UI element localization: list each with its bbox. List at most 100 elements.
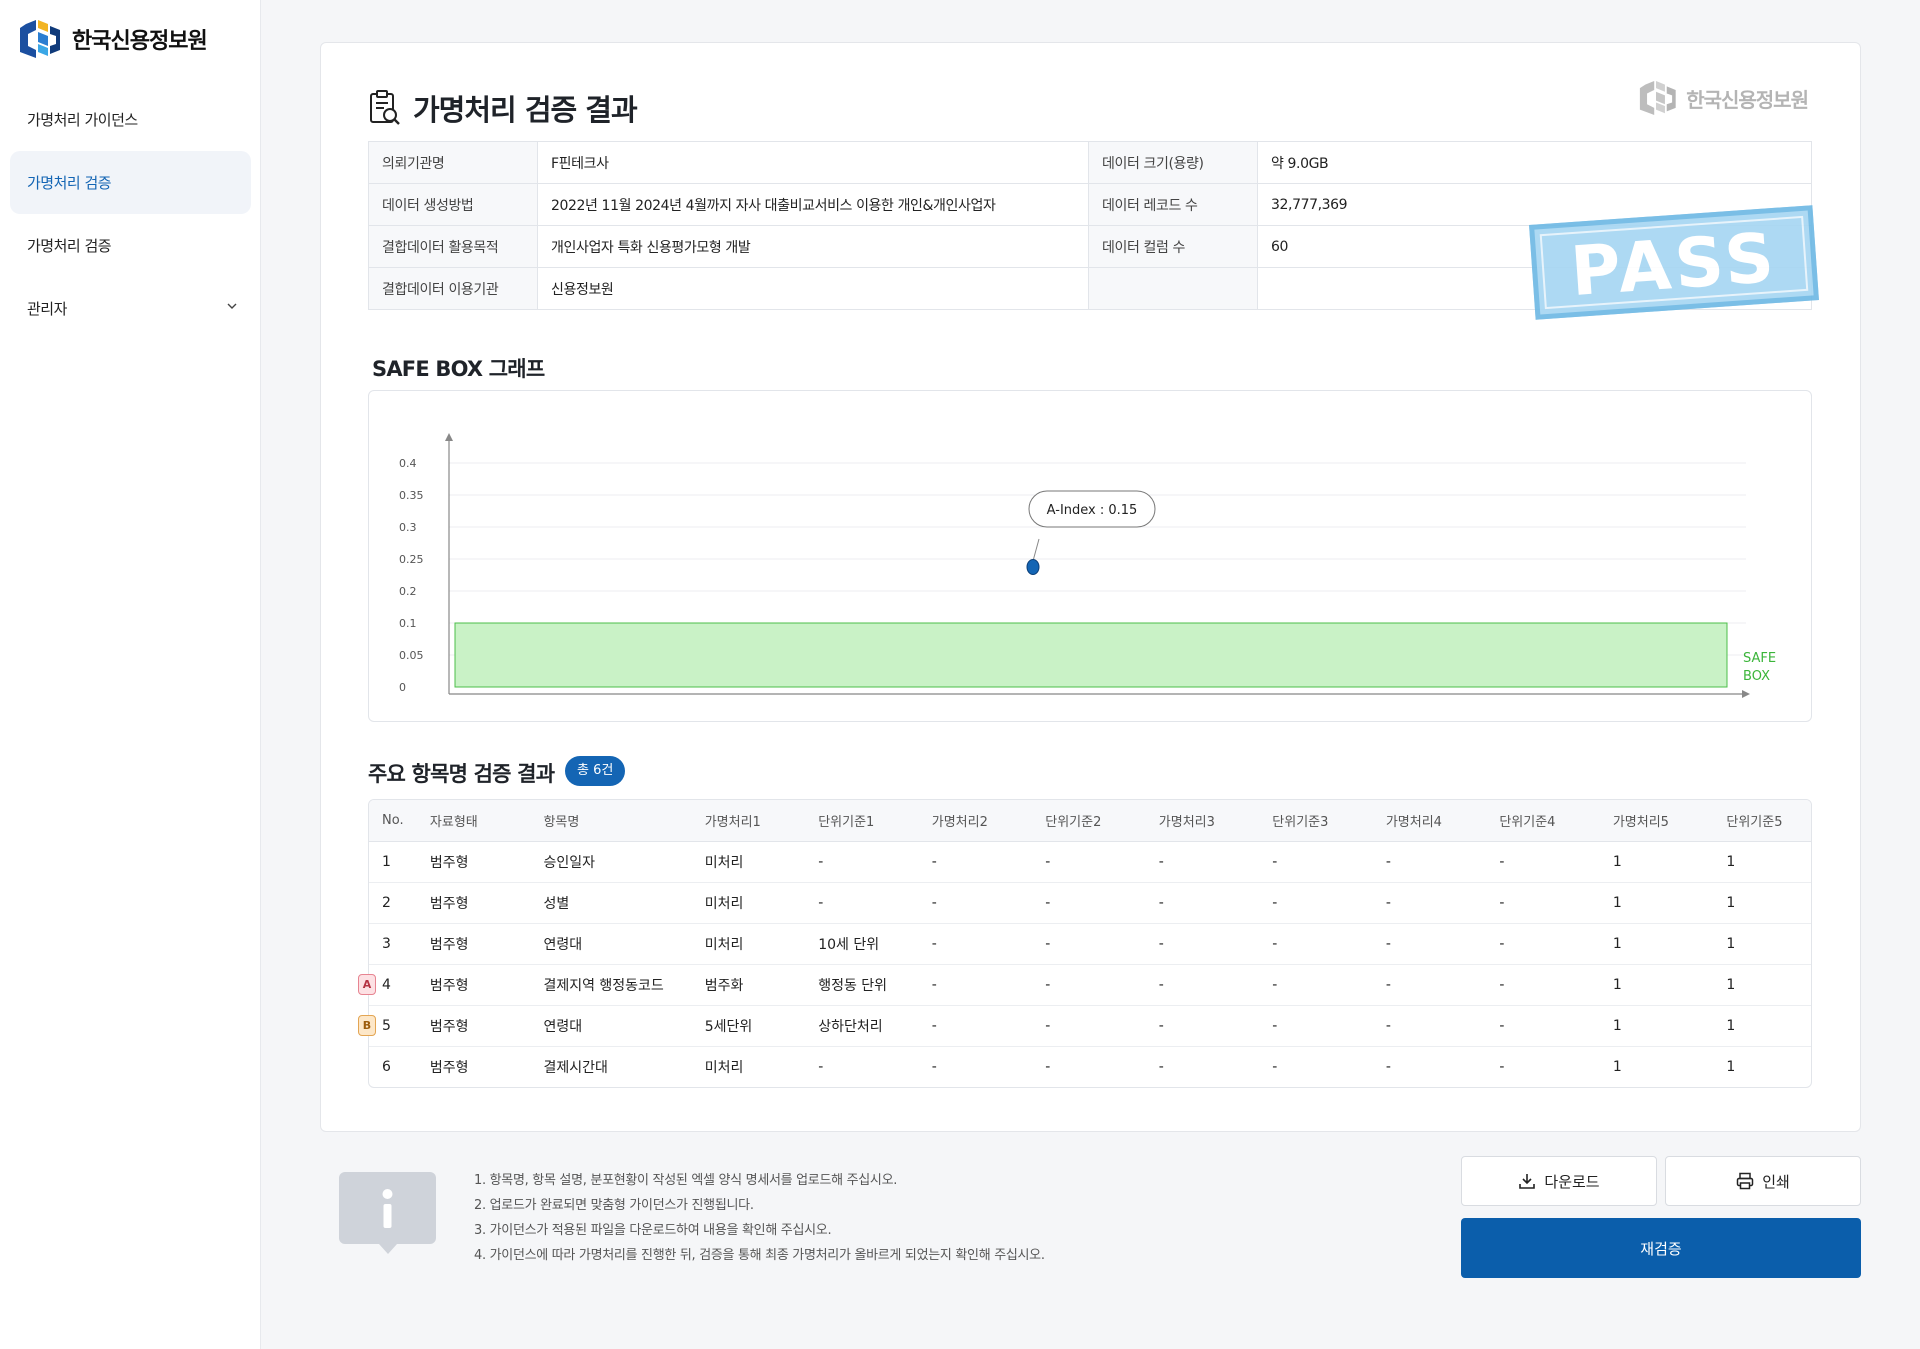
table-row[interactable]: 6 범주형 결제시간대 미처리 - - - - - - -1 1 — [369, 1045, 1811, 1087]
column-header[interactable]: 가명처리2 — [918, 800, 1033, 842]
guide-note: 4. 가이던스에 따라 가명처리를 진행한 뒤, 검증을 통해 최종 가명처리가… — [474, 1248, 1045, 1263]
table-cell: 행정동 단위 — [805, 963, 919, 1005]
table-header-row: No. 자료형태 항목명 가명처리1 단위기준1 가명처리2 단위기준2 가명처리3 단위기준3… — [369, 800, 1811, 842]
table-cell: - — [1486, 922, 1600, 964]
safe-box-chart-svg: 0.4 0.35 0.3 0.25 0.2 0.1 0.05 0 SAFE BOX A-Index … — [399, 433, 1776, 698]
table-cell: - — [1486, 963, 1600, 1005]
marker-b-badge: B — [358, 1015, 376, 1036]
print-button[interactable]: 인쇄 — [1665, 1156, 1861, 1206]
sidebar-item-admin[interactable]: 관리자 — [10, 277, 251, 340]
table-cell: - — [918, 922, 1033, 964]
table-cell: 1 — [1713, 922, 1811, 964]
info-value: 2022년 11월 2024년 4월까지 자사 대출비교서비스 이용한 개인&개… — [537, 183, 1089, 226]
info-value: F핀테크사 — [537, 141, 1089, 184]
marker-a-badge: A — [358, 974, 376, 995]
table-row[interactable]: 5 범주형 연령대 5세단위 상하단처리 - - - - - -1 1 — [369, 1004, 1811, 1046]
table-cell: 미처리 — [691, 881, 806, 923]
table-cell: - — [1145, 963, 1260, 1005]
sidebar-item-label: 가명처리 검증 — [27, 174, 112, 192]
y-tick-label: 0.35 — [399, 489, 424, 502]
table-cell: - — [1145, 881, 1260, 923]
table-cell: 미처리 — [704, 854, 744, 871]
table-cell: 1 — [1713, 1045, 1811, 1087]
table-cell: 10세 단위 — [805, 922, 919, 964]
info-icon — [339, 1172, 436, 1254]
column-header[interactable]: 항목명 — [530, 800, 692, 842]
info-key: 데이터 레코드 수 — [1088, 183, 1258, 226]
a-index-point — [1026, 559, 1040, 575]
watermark-logo: 한국신용정보원 — [1636, 81, 1809, 115]
info-key — [1088, 267, 1258, 310]
page-title: 가명처리 검증 결과 — [413, 93, 638, 127]
table-cell: - — [1272, 853, 1278, 870]
guide-note: 2. 업로드가 완료되면 맞춤형 가이던스가 진행됩니다. — [474, 1198, 754, 1213]
brand-logo[interactable]: 한국신용정보원 — [16, 20, 208, 58]
chevron-down-icon — [227, 303, 237, 309]
table-cell: 연령대 — [530, 1004, 692, 1046]
column-header[interactable]: 단위기준4 — [1486, 800, 1600, 842]
table-cell: - — [1372, 1045, 1487, 1087]
table-cell: - — [918, 963, 1033, 1005]
result-card: 가명처리 검증 결과 한국신용정보원 의뢰기관명 F핀테크사 데이터 크기(용량) 약… — [320, 42, 1861, 1132]
column-header[interactable]: 단위기준2 — [1032, 800, 1146, 842]
column-header[interactable]: 가명처리1 — [691, 800, 806, 842]
table-cell: 4 — [369, 963, 417, 1005]
table-row[interactable]: 2 범주형 성별 미처리 - - - - - - -1 1 — [369, 881, 1811, 923]
table-cell: 1 — [1599, 1004, 1714, 1046]
sidebar-item-verification[interactable]: 가명처리 검증 — [10, 214, 251, 277]
brand-logo-icon — [20, 20, 60, 58]
table-cell: 1 — [1713, 1004, 1811, 1046]
table-cell: 1 — [1726, 853, 1736, 870]
table-cell: 범주형 — [416, 1045, 531, 1087]
stamp-text: PASS — [1568, 218, 1781, 313]
column-header[interactable]: 단위기준3 — [1259, 800, 1373, 842]
table-cell: - — [1372, 963, 1487, 1005]
tooltip-connector — [1032, 538, 1040, 562]
table-cell: - — [805, 1045, 919, 1087]
sidebar-item-label: 가명처리 가이던스 — [27, 111, 138, 129]
sidebar-item-verification-active[interactable]: 가명처리 검증 — [10, 151, 251, 214]
table-cell: - — [818, 853, 824, 870]
sidebar-item-guidance[interactable]: 가명처리 가이던스 — [10, 88, 251, 151]
column-header[interactable]: 단위기준5 — [1713, 800, 1811, 842]
table-cell: 성별 — [530, 881, 692, 923]
download-label: 다운로드 — [1544, 1172, 1600, 1191]
table-cell: 범주형 — [416, 963, 531, 1005]
table-cell: 범주화 — [691, 963, 806, 1005]
table-cell: 5세단위 — [691, 1004, 806, 1046]
info-value: 약 9.0GB — [1257, 141, 1812, 184]
table-cell: 범주형 — [416, 1004, 531, 1046]
column-header[interactable]: 가명처리4 — [1372, 800, 1487, 842]
table-cell: 1 — [1599, 881, 1714, 923]
table-cell: - — [1372, 1004, 1487, 1046]
y-tick-label: 0.2 — [399, 585, 417, 598]
column-header[interactable]: 자료형태 — [416, 800, 531, 842]
info-key: 결합데이터 활용목적 — [368, 225, 538, 268]
table-row[interactable]: 1 범주형 승인일자 미처리 - - - - - - - 1 1 — [369, 841, 1811, 882]
table-cell: 범주형 — [429, 854, 469, 871]
download-button[interactable]: 다운로드 — [1461, 1156, 1657, 1206]
info-row: 데이터 생성방법 2022년 11월 2024년 4월까지 자사 대출비교서비스 … — [368, 183, 1812, 226]
table-row[interactable]: 4 범주형 결제지역 행정동코드 범주화 행정동 단위 - - - - - -1 1 — [369, 963, 1811, 1005]
info-row: 의뢰기관명 F핀테크사 데이터 크기(용량) 약 9.0GB — [368, 141, 1812, 184]
info-key: 데이터 생성방법 — [368, 183, 538, 226]
brand-name: 한국신용정보원 — [72, 29, 208, 54]
table-cell: 5 — [369, 1004, 417, 1046]
table-cell: - — [1486, 1045, 1600, 1087]
chart-section-title: SAFE BOX 그래프 — [372, 357, 545, 381]
column-header[interactable]: 가명처리3 — [1145, 800, 1260, 842]
table-cell: 1 — [1612, 853, 1622, 870]
pass-stamp: PASS — [1529, 205, 1819, 320]
page-header: 가명처리 검증 결과 — [369, 87, 638, 129]
column-header[interactable]: 가명처리5 — [1599, 800, 1714, 842]
guide-notes: 1. 항목명, 항목 설명, 분포현황이 작성된 엑셀 양식 명세서를 업로드해… — [474, 1168, 1045, 1268]
safe-box-label: SAFE — [1743, 651, 1776, 666]
column-header[interactable]: 단위기준1 — [805, 800, 919, 842]
tooltip-text: A-Index : 0.15 — [1047, 503, 1138, 518]
table-row[interactable]: 3 범주형 연령대 미처리 10세 단위 - - - - - -1 1 — [369, 922, 1811, 964]
recheck-button[interactable]: 재검증 — [1461, 1218, 1861, 1278]
column-header[interactable]: No. — [369, 800, 417, 842]
table-cell: 1 — [1713, 881, 1811, 923]
sidebar-item-label: 관리자 — [27, 300, 67, 318]
table-cell: - — [931, 853, 937, 870]
